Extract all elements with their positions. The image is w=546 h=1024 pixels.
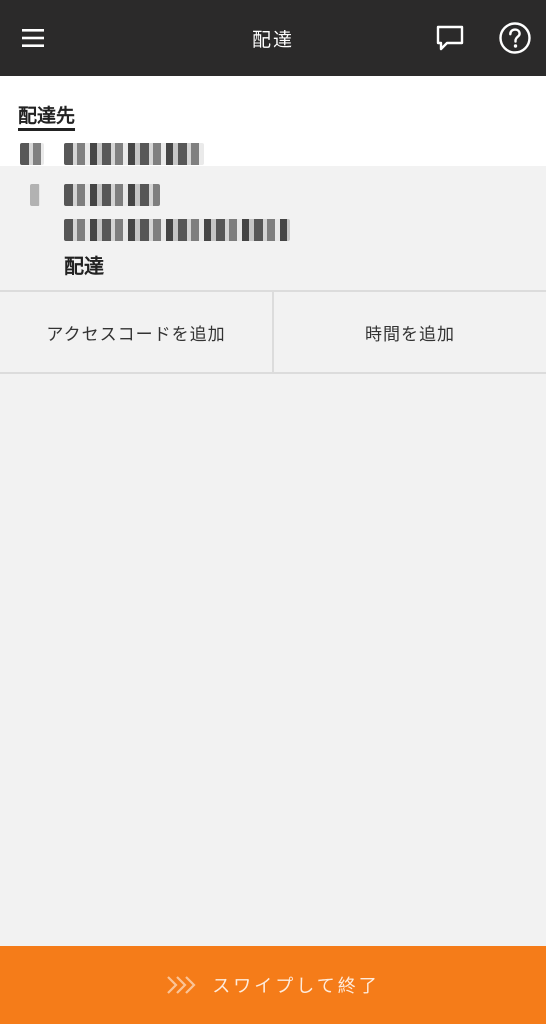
chat-bubble-icon bbox=[436, 25, 464, 51]
redacted-customer-name bbox=[64, 143, 204, 165]
add-access-code-button[interactable]: アクセスコードを追加 bbox=[0, 292, 272, 372]
redacted-address-marker bbox=[30, 184, 40, 206]
swipe-to-finish-slider[interactable]: スワイプして終了 bbox=[0, 946, 546, 1024]
top-bar: 配達 bbox=[0, 0, 546, 76]
triple-chevron-right-icon bbox=[166, 974, 200, 996]
destination-label: 配達先 bbox=[18, 105, 76, 127]
redacted-address-line-2 bbox=[64, 219, 290, 241]
chat-button[interactable] bbox=[426, 14, 474, 62]
action-buttons: アクセスコードを追加 時間を追加 bbox=[0, 290, 546, 374]
help-circle-icon bbox=[499, 22, 531, 54]
delivery-type-label: 配達 bbox=[64, 254, 104, 278]
swipe-label: スワイプして終了 bbox=[212, 976, 380, 997]
menu-icon bbox=[22, 29, 44, 47]
help-button[interactable] bbox=[491, 14, 539, 62]
delivery-screen: 配達 配達先 配達 アクセスコードを追加 時間を追加 スワイプして終了 bbox=[0, 0, 546, 1024]
redacted-customer-initial bbox=[20, 143, 44, 165]
menu-button[interactable] bbox=[10, 14, 58, 62]
add-time-button[interactable]: 時間を追加 bbox=[272, 292, 546, 372]
redacted-address-line-1 bbox=[64, 184, 160, 206]
